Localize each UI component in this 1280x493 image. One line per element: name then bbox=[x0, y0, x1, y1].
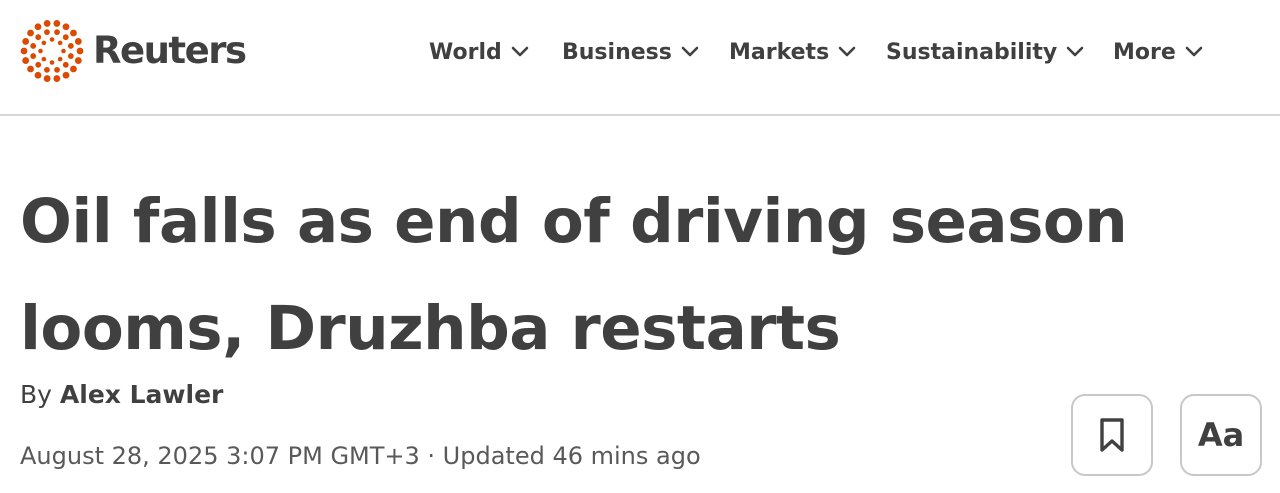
bookmark-icon bbox=[1100, 418, 1124, 452]
article-headline: Oil falls as end of driving season looms… bbox=[20, 186, 1128, 364]
nav-item-label: Sustainability bbox=[886, 39, 1058, 65]
site-header: Reuters World Business Markets Sustainab… bbox=[0, 0, 1280, 116]
chevron-down-icon bbox=[1066, 46, 1084, 57]
nav-item-markets[interactable]: Markets bbox=[729, 36, 856, 68]
nav-item-world[interactable]: World bbox=[429, 36, 529, 68]
byline: By Alex Lawler bbox=[20, 380, 223, 409]
author-link[interactable]: Alex Lawler bbox=[60, 380, 223, 409]
font-size-label: Aa bbox=[1197, 416, 1245, 454]
byline-prefix: By bbox=[20, 380, 52, 409]
nav-item-business[interactable]: Business bbox=[562, 36, 699, 68]
nav-item-sustainability[interactable]: Sustainability bbox=[886, 36, 1084, 68]
font-size-button[interactable]: Aa bbox=[1180, 394, 1262, 476]
nav-item-label: Business bbox=[562, 39, 672, 65]
bookmark-button[interactable] bbox=[1071, 394, 1153, 476]
nav-item-label: World bbox=[429, 39, 502, 65]
nav-item-label: More bbox=[1113, 39, 1176, 65]
chevron-down-icon bbox=[681, 46, 699, 57]
chevron-down-icon bbox=[838, 46, 856, 57]
nav-item-more[interactable]: More bbox=[1113, 36, 1203, 68]
nav-item-label: Markets bbox=[729, 39, 830, 65]
chevron-down-icon bbox=[511, 46, 529, 57]
main-nav: World Business Markets Sustainability Mo… bbox=[0, 0, 1280, 104]
chevron-down-icon bbox=[1185, 46, 1203, 57]
article-dateline: August 28, 2025 3:07 PM GMT+3 · Updated … bbox=[20, 442, 701, 470]
